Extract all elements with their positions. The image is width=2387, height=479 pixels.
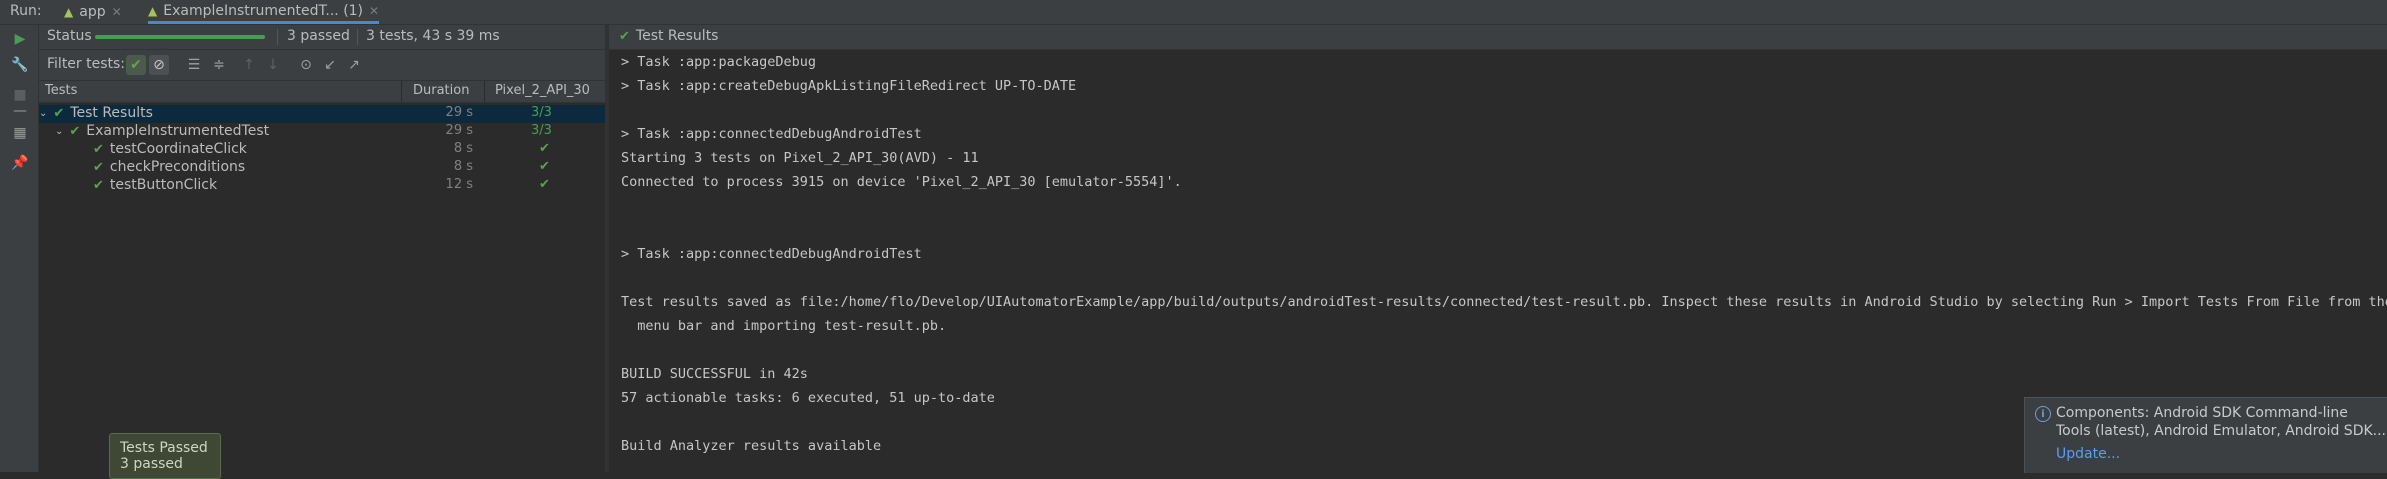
import-tests-icon[interactable]: ↙: [320, 55, 340, 75]
passed-check-icon: ✔: [539, 177, 550, 192]
layout-icon[interactable]: ▦: [11, 124, 29, 142]
test-name: Test Results: [70, 105, 153, 121]
filter-toolbar: Filter tests: ✔ ⊘ ☰ ≑ ↑ ↓ ⊙ ↙ ↗: [39, 50, 605, 81]
table-row[interactable]: ⌄ ✔ Test Results 29 s 3/3: [39, 105, 605, 123]
table-row[interactable]: ✔ testCoordinateClick 8 s ✔: [39, 141, 605, 159]
passed-count: 3 passed: [287, 28, 350, 44]
history-icon[interactable]: ⊙: [296, 55, 316, 75]
filter-label: Filter tests:: [47, 56, 126, 72]
tab-app[interactable]: ▲ app ✕: [64, 0, 122, 24]
pin-icon[interactable]: 📌: [11, 154, 29, 172]
console-line: > Task :app:connectedDebugAndroidTest: [621, 126, 922, 142]
console-line: Test results saved as file:/home/flo/Dev…: [621, 294, 2387, 310]
test-summary: 3 tests, 43 s 39 ms: [366, 28, 500, 44]
previous-test-icon[interactable]: ↑: [239, 55, 259, 75]
android-icon: ▲: [148, 3, 158, 18]
column-tests[interactable]: Tests: [45, 83, 77, 98]
test-result: 3/3: [531, 105, 552, 120]
check-icon: ✔: [93, 141, 104, 157]
test-result: 3/3: [531, 123, 552, 138]
column-duration[interactable]: Duration: [413, 83, 469, 98]
tab-test-label: ExampleInstrumentedT... (1): [163, 2, 364, 19]
rerun-icon[interactable]: ▶: [11, 30, 29, 48]
test-name: ExampleInstrumentedTest: [86, 123, 270, 139]
test-name: testCoordinateClick: [109, 141, 247, 157]
console-header: ✔ Test Results: [609, 25, 2387, 50]
export-tests-icon[interactable]: ↗: [344, 55, 364, 75]
run-toolbar: ▶ 🔧 ■ — ▦ 📌: [0, 25, 39, 472]
passed-check-icon: ✔: [539, 141, 550, 156]
table-row[interactable]: ⌄ ✔ ExampleInstrumentedTest 29 s 3/3: [39, 123, 605, 141]
console-line: BUILD SUCCESSFUL in 42s: [621, 366, 808, 382]
tests-table-header: Tests Duration Pixel_2_API_30: [39, 81, 605, 103]
console-line: > Task :app:createDebugApkListingFileRed…: [621, 78, 1077, 94]
tab-example-instrumented-test[interactable]: ▲ ExampleInstrumentedT... (1) ✕: [148, 0, 380, 24]
tests-passed-tooltip: Tests Passed 3 passed: [109, 433, 221, 479]
test-duration: 12 s: [445, 177, 473, 192]
update-link[interactable]: Update...: [2056, 446, 2120, 462]
update-notification: i Components: Android SDK Command-line T…: [2024, 397, 2387, 473]
test-duration: 8 s: [453, 159, 473, 174]
table-row[interactable]: ✔ checkPreconditions 8 s ✔: [39, 159, 605, 177]
tooltip-title: Tests Passed: [120, 440, 208, 456]
notification-message: Components: Android SDK Command-line Too…: [2056, 405, 2387, 439]
wrench-icon[interactable]: 🔧: [11, 56, 29, 74]
check-icon: ✔: [619, 28, 630, 44]
console-line: > Task :app:packageDebug: [621, 54, 817, 70]
tooltip-detail: 3 passed: [120, 456, 183, 472]
console-line: Starting 3 tests on Pixel_2_API_30(AVD) …: [621, 150, 979, 166]
console-line: menu bar and importing test-result.pb.: [621, 318, 947, 334]
console-title: Test Results: [635, 28, 719, 44]
info-icon: i: [2035, 406, 2051, 422]
run-tab-bar: Run: ▲ app ✕ ▲ ExampleInstrumentedT... (…: [0, 0, 2387, 25]
android-icon: ▲: [64, 5, 74, 19]
test-duration: 29 s: [445, 123, 473, 138]
status-bar: Status 3 passed 3 tests, 43 s 39 ms: [39, 25, 605, 50]
run-label: Run:: [10, 3, 42, 19]
collapse-all-icon[interactable]: ≑: [209, 55, 229, 75]
next-test-icon[interactable]: ↓: [263, 55, 283, 75]
chevron-down-icon[interactable]: ⌄: [55, 126, 63, 137]
progress-bar: [95, 35, 265, 39]
check-icon: ✔: [53, 105, 65, 121]
check-icon: ✔: [93, 177, 104, 193]
test-duration: 29 s: [445, 105, 473, 120]
close-icon[interactable]: ✕: [369, 4, 379, 18]
test-name: checkPreconditions: [109, 159, 246, 175]
test-name: testButtonClick: [109, 177, 218, 193]
check-icon: ✔: [69, 123, 81, 139]
console-line: > Task :app:connectedDebugAndroidTest: [621, 246, 922, 262]
console-line: Connected to process 3915 on device 'Pix…: [621, 174, 1182, 190]
status-label: Status: [47, 28, 92, 44]
column-device[interactable]: Pixel_2_API_30: [495, 83, 590, 98]
check-icon: ✔: [93, 159, 104, 175]
show-ignored-icon[interactable]: ⊘: [149, 55, 169, 75]
passed-check-icon: ✔: [539, 159, 550, 174]
close-icon[interactable]: ✕: [112, 5, 122, 19]
step-icon[interactable]: —: [11, 102, 29, 120]
table-row[interactable]: ✔ testButtonClick 12 s ✔: [39, 177, 605, 195]
chevron-down-icon[interactable]: ⌄: [39, 108, 47, 119]
show-passed-icon[interactable]: ✔: [126, 55, 146, 75]
expand-all-icon[interactable]: ☰: [184, 55, 204, 75]
tab-app-label: app: [79, 4, 106, 20]
splitter[interactable]: [605, 25, 609, 472]
test-duration: 8 s: [453, 141, 473, 156]
